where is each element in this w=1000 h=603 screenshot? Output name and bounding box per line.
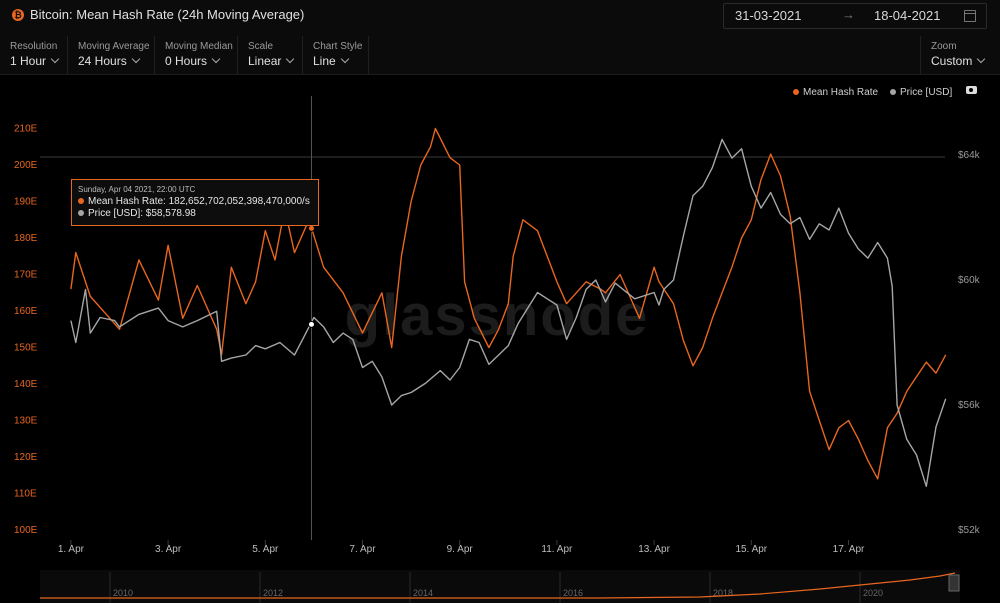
legend-dot	[890, 89, 896, 95]
chevron-down-icon	[50, 54, 60, 64]
y-left-tick-label: 160E	[14, 306, 38, 317]
arrow-right-icon: →	[842, 7, 855, 22]
navigator-handle	[948, 574, 960, 592]
navigator-year-label: 2010	[113, 588, 133, 598]
y-left-tick-label: 110E	[14, 489, 37, 500]
y-left-tick-label: 200E	[14, 160, 38, 171]
legend-item-hash-rate[interactable]: Mean Hash Rate	[793, 87, 878, 98]
moving-median-value: 0 Hours	[165, 54, 208, 68]
hover-point-price	[307, 320, 315, 328]
x-tick-label: 3. Apr	[155, 544, 182, 555]
x-tick-label: 7. Apr	[349, 544, 376, 555]
y-left-tick-label: 100E	[14, 525, 38, 536]
legend-label: Mean Hash Rate	[803, 87, 879, 98]
y-left-tick-label: 210E	[14, 124, 38, 135]
tooltip-dot	[78, 210, 84, 216]
legend-label: Price [USD]	[900, 87, 953, 98]
navigator-year-label: 2020	[863, 588, 883, 598]
camera-icon[interactable]	[966, 86, 977, 94]
navigator-strip	[40, 570, 960, 603]
y-left-tick-label: 130E	[14, 416, 38, 427]
moving-median-label: Moving Median	[165, 41, 233, 52]
y-left-tick-label: 180E	[14, 233, 38, 244]
y-left-tick-label: 140E	[14, 379, 38, 390]
chevron-down-icon	[131, 54, 140, 64]
x-tick-label: 13. Apr	[638, 544, 670, 555]
controls-bar: Resolution 1 Hour Moving Average 24 Hour…	[0, 36, 1000, 75]
y-left-tick-label: 190E	[14, 197, 38, 208]
scale-value: Linear	[248, 54, 282, 68]
x-tick-label: 9. Apr	[447, 544, 474, 555]
header-bar: ₿ Bitcoin: Mean Hash Rate (24h Moving Av…	[0, 0, 1000, 37]
y-right-tick-label: $64k	[958, 150, 981, 161]
resolution-label: Resolution	[10, 41, 58, 52]
legend-dot	[793, 89, 799, 95]
tooltip-dot	[78, 198, 84, 204]
resolution-dropdown[interactable]: Resolution 1 Hour	[0, 36, 68, 74]
bitcoin-icon: ₿	[12, 9, 24, 21]
tooltip-price: Price [USD]: $58,578.98	[88, 208, 196, 219]
x-tick-label: 17. Apr	[833, 544, 865, 555]
watermark: glassnode	[345, 283, 650, 348]
navigator-year-label: 2016	[563, 588, 583, 598]
chevron-down-icon	[340, 54, 349, 64]
tooltip-date: Sunday, Apr 04 2021, 22:00 UTC	[78, 185, 196, 194]
y-right-tick-label: $56k	[958, 400, 981, 411]
resolution-value: 1 Hour	[10, 54, 47, 68]
navigator-year-label: 2012	[263, 588, 283, 598]
zoom-value: Custom	[931, 54, 973, 68]
chart-style-value: Line	[313, 54, 336, 68]
calendar-icon[interactable]	[964, 10, 976, 22]
navigator-year-label: 2018	[713, 588, 733, 598]
zoom-dropdown[interactable]: Zoom Custom	[920, 36, 1000, 74]
navigator-series-line	[40, 572, 956, 599]
scale-dropdown[interactable]: Scale Linear	[238, 36, 303, 74]
chart-title: Bitcoin: Mean Hash Rate (24h Moving Aver…	[30, 7, 305, 22]
x-tick-label: 15. Apr	[735, 544, 767, 555]
legend-item-price[interactable]: Price [USD]	[890, 87, 952, 98]
y-left-tick-label: 150E	[14, 343, 38, 354]
moving-average-label: Moving Average	[78, 41, 150, 52]
zoom-label: Zoom	[931, 41, 957, 52]
chevron-down-icon	[211, 54, 221, 64]
chart-style-dropdown[interactable]: Chart Style Line	[303, 36, 369, 74]
x-tick-label: 1. Apr	[58, 544, 85, 555]
y-right-tick-label: $52k	[958, 525, 981, 536]
y-left-tick-label: 170E	[14, 270, 38, 281]
scale-label: Scale	[248, 41, 274, 52]
date-to-input[interactable]: 18-04-2021	[874, 8, 941, 23]
moving-median-dropdown[interactable]: Moving Median 0 Hours	[155, 36, 238, 74]
x-tick-label: 11. Apr	[541, 544, 573, 555]
chevron-down-icon	[286, 54, 295, 64]
y-right-tick-label: $60k	[958, 275, 981, 286]
x-tick-label: 5. Apr	[252, 544, 279, 555]
moving-average-value: 24 Hours	[78, 54, 127, 68]
chart-style-label: Chart Style	[313, 41, 363, 52]
y-left-tick-label: 120E	[14, 452, 38, 463]
tooltip-hash: Mean Hash Rate: 182,652,702,052,398,470,…	[88, 196, 310, 207]
hover-point-hash-rate	[307, 224, 315, 232]
date-from-input[interactable]: 31-03-2021	[735, 8, 802, 23]
navigator-year-label: 2014	[413, 588, 433, 598]
chevron-down-icon	[977, 54, 986, 64]
tooltip: Sunday, Apr 04 2021, 22:00 UTC Mean Hash…	[71, 179, 319, 226]
moving-average-dropdown[interactable]: Moving Average 24 Hours	[68, 36, 155, 74]
date-range-picker[interactable]: 31-03-2021 → 18-04-2021	[723, 3, 987, 29]
